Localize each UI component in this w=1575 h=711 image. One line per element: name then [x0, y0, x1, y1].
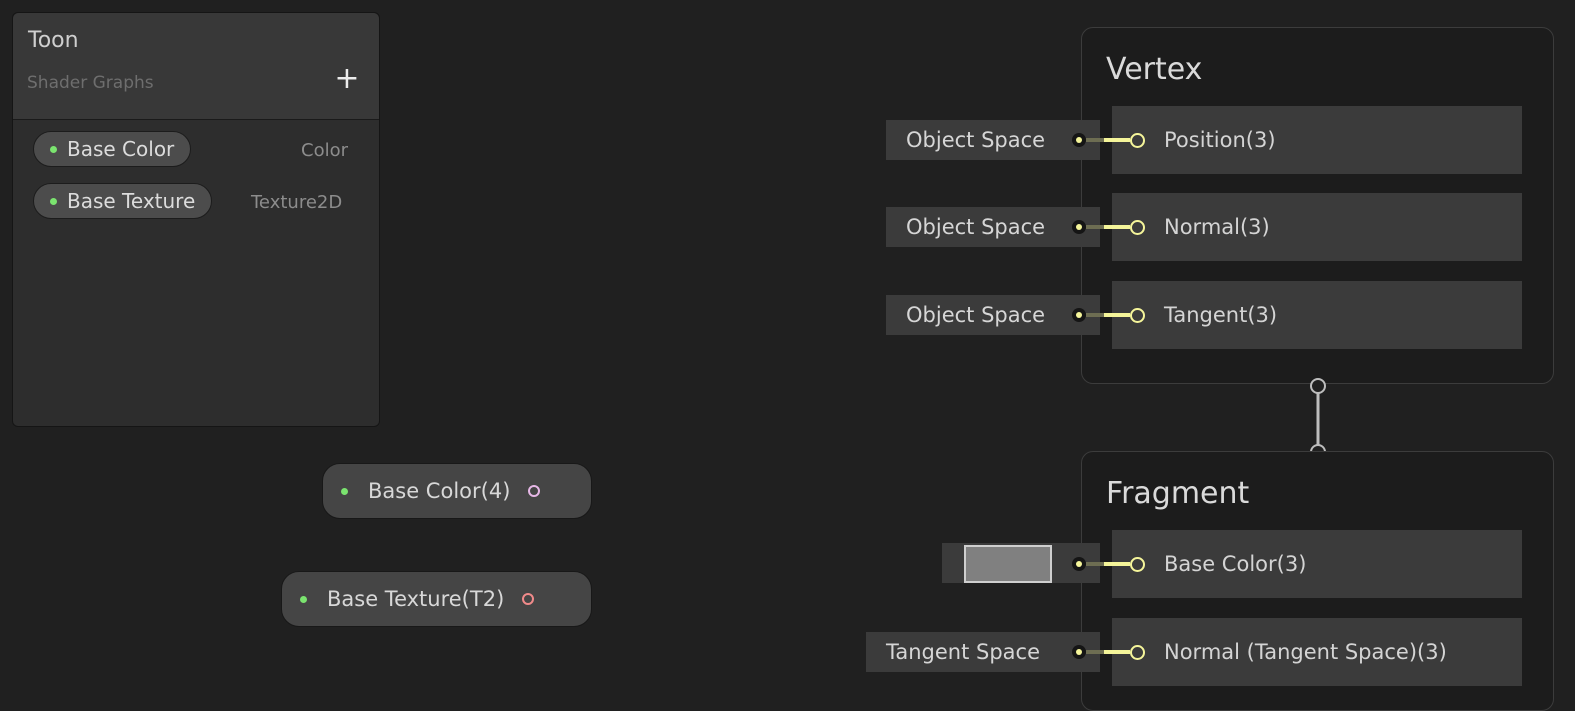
property-node-base-texture[interactable]: Base Texture(T2): [281, 571, 592, 627]
input-value: Tangent Space: [886, 640, 1040, 664]
block-base-color[interactable]: Base Color(3): [1112, 530, 1522, 598]
block-tangent[interactable]: Tangent(3): [1112, 281, 1522, 349]
context-title: Fragment: [1106, 476, 1250, 511]
wire: [1104, 225, 1130, 229]
block-label: Tangent(3): [1164, 303, 1278, 327]
wire-shadow: [1086, 562, 1106, 566]
property-node-base-color[interactable]: Base Color(4): [322, 463, 592, 519]
node-label: Base Texture(T2): [327, 587, 505, 611]
property-type: Texture2D: [251, 192, 343, 213]
block-normal-tangent-space[interactable]: Normal (Tangent Space)(3): [1112, 618, 1522, 686]
block-label: Normal(3): [1164, 215, 1270, 239]
wire-shadow: [1086, 138, 1106, 142]
normal-space-dropdown[interactable]: Tangent Space: [866, 632, 1100, 672]
position-space-dropdown[interactable]: Object Space: [886, 120, 1100, 160]
property-name: Base Color: [67, 137, 175, 161]
exposed-indicator-icon: [50, 197, 57, 205]
wire-shadow: [1086, 313, 1106, 317]
context-title: Vertex: [1106, 52, 1203, 87]
wire-shadow: [1086, 650, 1106, 654]
wire: [1104, 313, 1130, 317]
port-dot-icon: [1072, 557, 1086, 571]
input-value: Object Space: [906, 128, 1046, 152]
input-value: Object Space: [906, 303, 1046, 327]
exposed-indicator-icon: [300, 595, 307, 603]
property-type: Color: [301, 140, 348, 161]
wire: [1104, 562, 1130, 566]
output-port-icon[interactable]: [522, 593, 535, 605]
input-port-icon[interactable]: [1130, 557, 1145, 572]
exposed-indicator-icon: [50, 145, 57, 153]
input-port-icon[interactable]: [1130, 220, 1145, 235]
input-port-icon[interactable]: [1130, 645, 1145, 660]
port-dot-icon: [1072, 645, 1086, 659]
node-label: Base Color(4): [368, 479, 511, 503]
wire-shadow: [1086, 225, 1106, 229]
block-normal[interactable]: Normal(3): [1112, 193, 1522, 261]
blackboard-panel: Toon Shader Graphs + Base Color Color Ba…: [12, 12, 380, 427]
normal-space-dropdown[interactable]: Object Space: [886, 207, 1100, 247]
color-swatch[interactable]: [964, 545, 1052, 583]
add-property-button[interactable]: +: [333, 64, 361, 94]
blackboard-title: Toon: [28, 28, 79, 53]
input-port-icon[interactable]: [1130, 308, 1145, 323]
property-name: Base Texture: [67, 189, 196, 213]
property-pill-base-color[interactable]: Base Color: [33, 131, 192, 167]
block-label: Base Color(3): [1164, 552, 1307, 576]
input-value: Object Space: [906, 215, 1046, 239]
output-port-icon[interactable]: [528, 485, 541, 497]
block-label: Normal (Tangent Space)(3): [1164, 640, 1447, 664]
port-dot-icon: [1072, 220, 1086, 234]
wire: [1104, 650, 1130, 654]
port-dot-icon: [1072, 133, 1086, 147]
block-label: Position(3): [1164, 128, 1276, 152]
property-pill-base-texture[interactable]: Base Texture: [33, 183, 213, 219]
blackboard-subtitle[interactable]: Shader Graphs: [27, 73, 154, 93]
block-position[interactable]: Position(3): [1112, 106, 1522, 174]
port-dot-icon: [1072, 308, 1086, 322]
exposed-indicator-icon: [341, 487, 348, 495]
input-port-icon[interactable]: [1130, 133, 1145, 148]
tangent-space-dropdown[interactable]: Object Space: [886, 295, 1100, 335]
wire: [1104, 138, 1130, 142]
